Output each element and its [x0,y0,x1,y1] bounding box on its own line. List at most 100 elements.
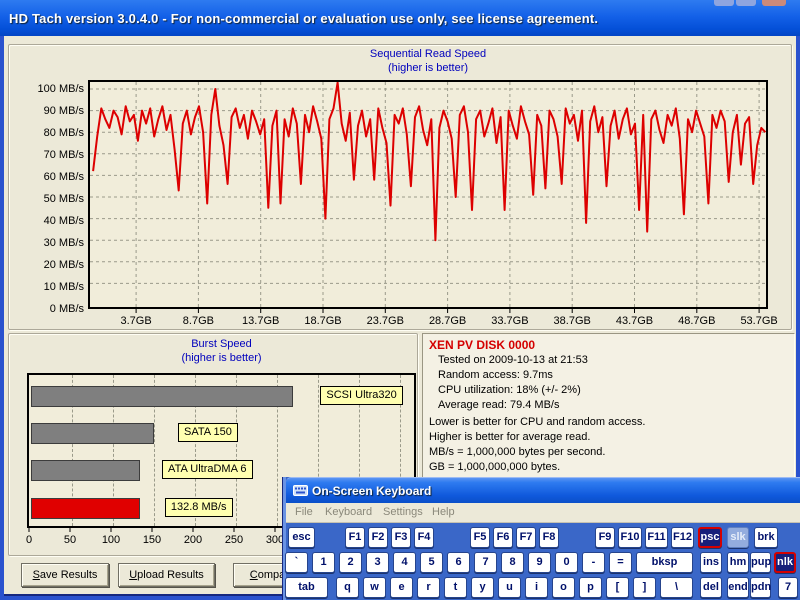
osk-key-esc[interactable]: esc [288,527,315,548]
burst-x-tick-label: 200 [178,534,208,546]
osk-key-0[interactable]: 0 [555,552,578,573]
osk-key-i[interactable]: i [525,577,548,598]
osk-key-p[interactable]: p [579,577,602,598]
drive-name: XEN PV DISK 0000 [429,338,535,352]
osk-key-F8[interactable]: F8 [539,527,559,548]
osk-key-5[interactable]: 5 [420,552,443,573]
maximize-button[interactable] [736,0,756,6]
osk-key-psc[interactable]: psc [698,527,722,548]
osk-key-2[interactable]: 2 [339,552,362,573]
burst-bar-label: 132.8 MB/s [165,498,233,517]
sequential-read-line-chart [90,82,766,307]
note-line: Lower is better for CPU and random acces… [429,416,645,428]
seq-y-tick-label: 70 MB/s [20,149,84,161]
note-line: GB = 1,000,000,000 bytes. [429,461,560,473]
osk-key-F6[interactable]: F6 [493,527,513,548]
seq-x-tick-label: 53.7GB [737,315,781,327]
osk-key-F1[interactable]: F1 [345,527,365,548]
seq-x-tick-label: 38.7GB [550,315,594,327]
osk-key-F3[interactable]: F3 [391,527,411,548]
osk-key-sym[interactable]: ] [633,577,656,598]
hdtach-window-title: HD Tach version 3.0.4.0 - For non-commer… [9,11,598,26]
seq-x-tick-label: 18.7GB [301,315,345,327]
osk-key-end[interactable]: end [727,577,749,598]
burst-bar-sata-150 [31,423,154,444]
osk-key-F5[interactable]: F5 [470,527,490,548]
osk-key-q[interactable]: q [336,577,359,598]
osk-key-F11[interactable]: F11 [645,527,668,548]
seq-y-tick-label: 10 MB/s [20,281,84,293]
note-line: MB/s = 1,000,000 bytes per second. [429,446,605,458]
osk-key-sym[interactable]: - [582,552,605,573]
save-results-button[interactable]: Save Results [21,563,109,587]
osk-key-tab[interactable]: tab [285,577,328,598]
burst-x-tick-label: 0 [14,534,44,546]
osk-titlebar[interactable]: On-Screen Keyboard [286,477,800,503]
osk-key-3[interactable]: 3 [366,552,389,573]
osk-key-pup[interactable]: pup [750,552,771,573]
osk-key-hm[interactable]: hm [727,552,749,573]
burst-bar-ata-ultradma-6 [31,460,140,481]
note-line: Higher is better for average read. [429,431,590,443]
burst-bar-label: ATA UltraDMA 6 [162,460,252,479]
osk-key-F9[interactable]: F9 [595,527,615,548]
osk-key-F7[interactable]: F7 [516,527,536,548]
osk-key-F4[interactable]: F4 [414,527,434,548]
osk-menu-file[interactable]: File [295,506,313,518]
osk-menu-settings[interactable]: Settings [383,506,423,518]
seq-plot-area [88,80,768,309]
osk-key-e[interactable]: e [390,577,413,598]
osk-key-y[interactable]: y [471,577,494,598]
osk-key-F2[interactable]: F2 [368,527,388,548]
seq-y-tick-label: 20 MB/s [20,259,84,271]
seq-y-tick-label: 100 MB/s [20,83,84,95]
osk-key-7[interactable]: 7 [778,577,798,598]
osk-key-slk[interactable]: slk [727,527,749,548]
osk-menu-help[interactable]: Help [432,506,455,518]
osk-key-4[interactable]: 4 [393,552,416,573]
burst-bar-label: SCSI Ultra320 [320,386,402,405]
osk-key-1[interactable]: 1 [312,552,335,573]
upload-results-button[interactable]: Upload Results [118,563,215,587]
osk-key-6[interactable]: 6 [447,552,470,573]
osk-key-pdn[interactable]: pdn [750,577,771,598]
hdtach-titlebar[interactable]: HD Tach version 3.0.4.0 - For non-commer… [0,0,800,36]
osk-menu-keyboard[interactable]: Keyboard [325,506,372,518]
seq-y-tick-label: 80 MB/s [20,127,84,139]
osk-key-sym[interactable]: = [609,552,632,573]
osk-key-8[interactable]: 8 [501,552,524,573]
osk-key-nlk[interactable]: nlk [774,552,796,573]
osk-key-7[interactable]: 7 [474,552,497,573]
osk-key-sym[interactable]: ` [285,552,308,573]
osk-key-brk[interactable]: brk [754,527,778,548]
osk-key-ins[interactable]: ins [700,552,722,573]
osk-key-t[interactable]: t [444,577,467,598]
osk-key-9[interactable]: 9 [528,552,551,573]
keyboard-icon [293,484,308,497]
seq-x-tick-label: 43.7GB [613,315,657,327]
osk-key-bksp[interactable]: bksp [636,552,693,573]
tested-on-line: Tested on 2009-10-13 at 21:53 [438,354,588,366]
osk-key-F12[interactable]: F12 [671,527,694,548]
seq-x-tick-label: 3.7GB [114,315,158,327]
burst-x-tick-label: 100 [96,534,126,546]
osk-window-title: On-Screen Keyboard [312,484,431,498]
random-access-line: Random access: 9.7ms [438,369,553,381]
burst-bar-132-8-mb-s [31,498,140,519]
osk-key-sym[interactable]: [ [606,577,629,598]
osk-key-del[interactable]: del [700,577,722,598]
osk-key-r[interactable]: r [417,577,440,598]
osk-key-sym[interactable]: \ [660,577,693,598]
seq-x-tick-label: 23.7GB [363,315,407,327]
osk-key-u[interactable]: u [498,577,521,598]
seq-y-tick-label: 50 MB/s [20,193,84,205]
close-button[interactable] [762,0,786,6]
osk-key-o[interactable]: o [552,577,575,598]
burst-bar-scsi-ultra320 [31,386,293,407]
seq-x-tick-label: 8.7GB [176,315,220,327]
seq-y-tick-label: 60 MB/s [20,171,84,183]
cpu-utilization-line: CPU utilization: 18% (+/- 2%) [438,384,581,396]
osk-key-w[interactable]: w [363,577,386,598]
osk-key-F10[interactable]: F10 [618,527,642,548]
minimize-button[interactable] [714,0,734,6]
